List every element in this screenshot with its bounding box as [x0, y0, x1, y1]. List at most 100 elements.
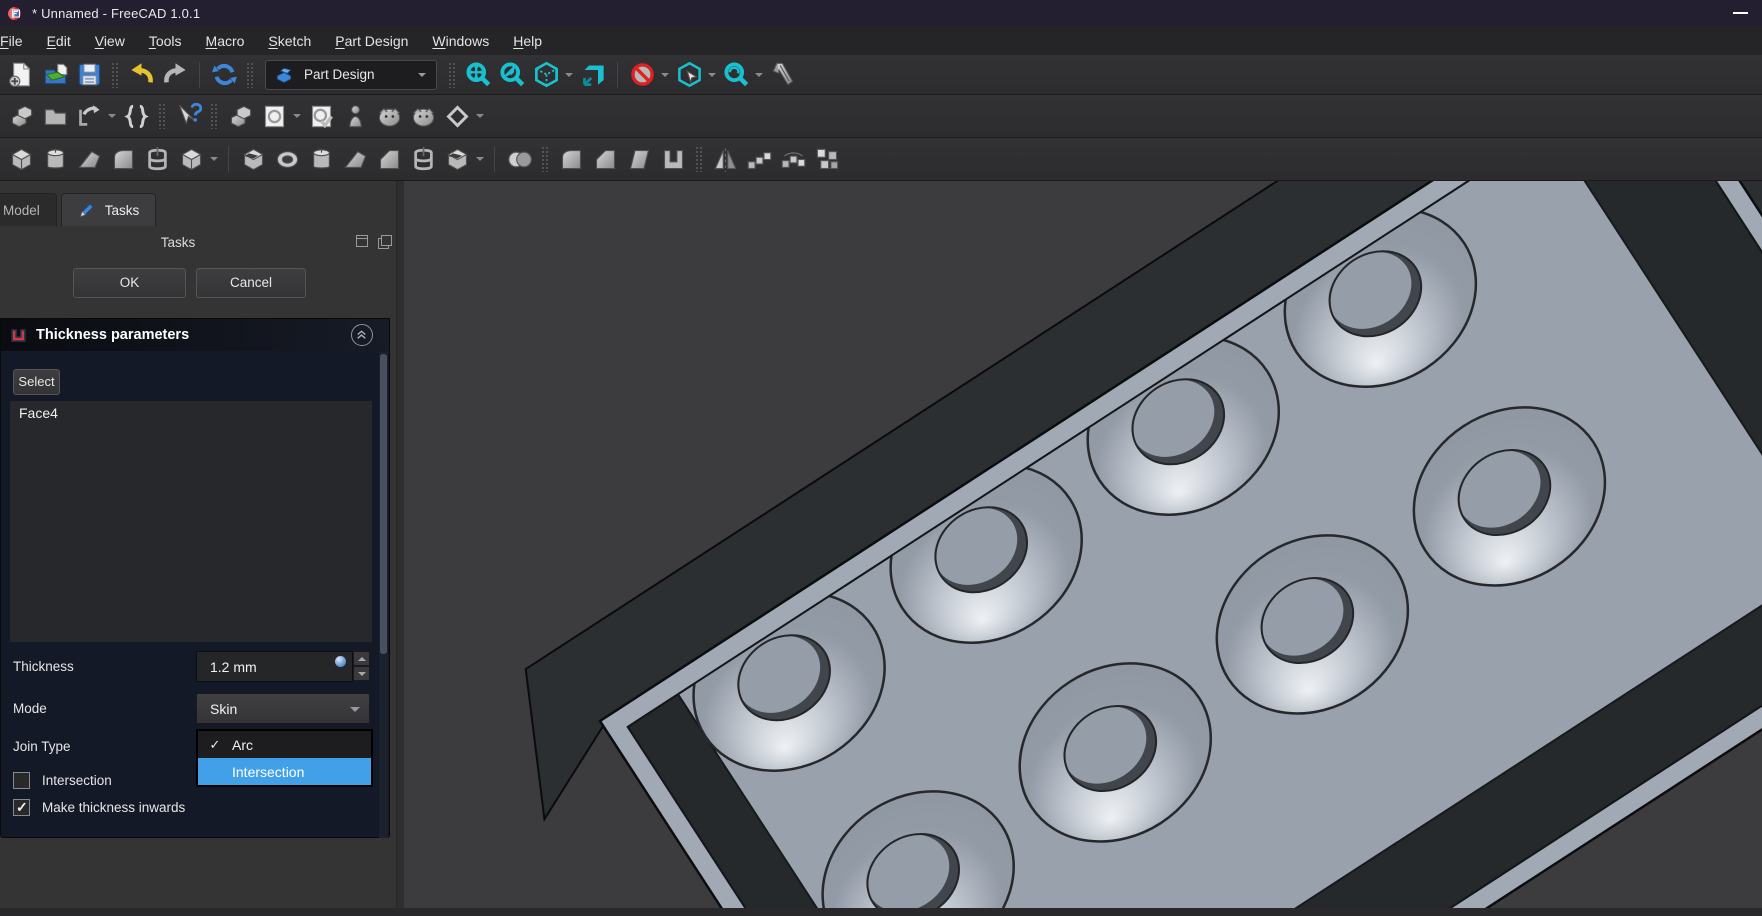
join-type-option-intersection[interactable]: Intersection — [198, 758, 371, 785]
panel-title-bar[interactable]: Tasks — [0, 229, 396, 255]
edit-sketch-icon[interactable] — [305, 100, 337, 132]
datum-dropdown-arrow[interactable] — [474, 100, 485, 132]
subtractive-primitive-dropdown-arrow[interactable] — [474, 143, 485, 175]
float-panel-icon[interactable] — [378, 235, 392, 249]
expression-icon[interactable] — [335, 656, 346, 667]
scrollbar-thumb[interactable] — [380, 354, 387, 654]
minimize-button[interactable] — [1733, 12, 1748, 14]
dock-panel-icon[interactable] — [356, 235, 368, 247]
thickness-input[interactable]: 1.2 mm — [196, 651, 353, 682]
additive-primitive-icon[interactable] — [175, 143, 207, 175]
draw-style-dropdown-arrow[interactable] — [659, 59, 670, 91]
axonometric-view-icon[interactable] — [530, 59, 562, 91]
toolbar-grip[interactable] — [541, 146, 549, 172]
create-varset-icon[interactable] — [120, 100, 152, 132]
measure-icon[interactable] — [767, 59, 799, 91]
3d-viewport[interactable] — [404, 0, 1762, 916]
redo-icon[interactable] — [159, 59, 191, 91]
toolbar-grip[interactable] — [158, 103, 166, 129]
groove-icon[interactable] — [305, 143, 337, 175]
intersection-checkbox-row[interactable]: Intersection — [13, 772, 112, 789]
subtractive-pipe-icon[interactable] — [373, 143, 405, 175]
axonometric-dropdown-arrow[interactable] — [563, 59, 574, 91]
face-list-item[interactable]: Face4 — [10, 401, 372, 425]
create-part-icon[interactable] — [5, 100, 37, 132]
mode-select[interactable]: Skin — [196, 693, 370, 724]
tab-model[interactable]: Model — [0, 193, 57, 226]
menu-view[interactable]: View — [85, 29, 135, 53]
subtractive-primitive-icon[interactable] — [441, 143, 473, 175]
link-dropdown-arrow[interactable] — [106, 100, 117, 132]
selection-dropdown-arrow[interactable] — [706, 59, 717, 91]
face-list[interactable]: Face4 — [10, 401, 372, 642]
spin-down-button[interactable] — [353, 666, 370, 681]
menu-sketch[interactable]: Sketch — [258, 29, 321, 53]
title-bar[interactable]: * Unnamed - FreeCAD 1.0.1 — [0, 0, 1762, 26]
create-clone-icon[interactable] — [339, 100, 371, 132]
spin-up-button[interactable] — [353, 651, 370, 666]
pocket-icon[interactable] — [237, 143, 269, 175]
create-group-icon[interactable] — [39, 100, 71, 132]
menu-windows[interactable]: Windows — [422, 29, 499, 53]
fit-selection-icon[interactable] — [496, 59, 528, 91]
menu-file[interactable]: File — [0, 29, 33, 53]
menu-tools[interactable]: Tools — [139, 29, 192, 53]
linear-pattern-icon[interactable] — [743, 143, 775, 175]
boolean-operation-icon[interactable] — [503, 143, 535, 175]
create-subshapebinder-icon[interactable] — [407, 100, 439, 132]
select-button[interactable]: Select — [13, 369, 60, 395]
chamfer-icon[interactable] — [589, 143, 621, 175]
panel-splitter[interactable] — [396, 181, 404, 908]
taskbox-scrollbar[interactable] — [379, 352, 388, 838]
workbench-selector[interactable]: Part Design — [265, 59, 437, 90]
fit-all-icon[interactable] — [462, 59, 494, 91]
additive-loft-icon[interactable] — [73, 143, 105, 175]
zoom-dropdown-arrow[interactable] — [753, 59, 764, 91]
menu-part-design[interactable]: Part Design — [325, 29, 418, 53]
cancel-button[interactable]: Cancel — [196, 268, 306, 298]
create-body-icon[interactable] — [224, 100, 256, 132]
toolbar-grip[interactable] — [246, 61, 254, 88]
toolbar-grip[interactable] — [210, 103, 218, 129]
menu-help[interactable]: Help — [503, 29, 552, 53]
create-sketch-icon[interactable] — [258, 100, 290, 132]
multitransform-icon[interactable] — [811, 143, 843, 175]
ok-button[interactable]: OK — [73, 268, 186, 298]
new-document-icon[interactable] — [5, 59, 37, 91]
pad-icon[interactable] — [5, 143, 37, 175]
zoom-tools-icon[interactable] — [720, 59, 752, 91]
sync-view-icon[interactable] — [577, 59, 609, 91]
make-link-icon[interactable] — [73, 100, 105, 132]
hole-icon[interactable] — [271, 143, 303, 175]
collapse-button[interactable] — [351, 324, 373, 346]
draft-icon[interactable] — [623, 143, 655, 175]
additive-pipe-icon[interactable] — [107, 143, 139, 175]
mirrored-icon[interactable] — [709, 143, 741, 175]
menu-macro[interactable]: Macro — [196, 29, 255, 53]
subtractive-loft-icon[interactable] — [339, 143, 371, 175]
whats-this-icon[interactable] — [172, 100, 204, 132]
menu-edit[interactable]: Edit — [37, 29, 81, 53]
refresh-icon[interactable] — [208, 59, 240, 91]
draw-style-icon[interactable] — [626, 59, 658, 91]
additive-primitive-dropdown-arrow[interactable] — [208, 143, 219, 175]
thickness-inwards-checkbox-row[interactable]: Make thickness inwards — [13, 799, 185, 816]
tab-tasks[interactable]: Tasks — [60, 193, 157, 226]
revolution-icon[interactable] — [39, 143, 71, 175]
save-document-icon[interactable] — [73, 59, 105, 91]
toolbar-grip[interactable] — [111, 61, 119, 88]
create-datum-icon[interactable] — [441, 100, 473, 132]
taskbox-header[interactable]: Thickness parameters — [1, 319, 389, 351]
toolbar-grip[interactable] — [695, 146, 703, 172]
toolbar-grip[interactable] — [448, 61, 456, 88]
additive-helix-icon[interactable] — [141, 143, 173, 175]
make-thickness-inwards-checkbox[interactable] — [13, 799, 30, 816]
join-type-option-arc[interactable]: ✓ Arc — [198, 731, 371, 758]
thickness-icon[interactable] — [657, 143, 689, 175]
open-document-icon[interactable] — [39, 59, 71, 91]
intersection-checkbox[interactable] — [13, 772, 30, 789]
sketch-dropdown-arrow[interactable] — [291, 100, 302, 132]
fillet-icon[interactable] — [555, 143, 587, 175]
box-element-selection-icon[interactable] — [673, 59, 705, 91]
subtractive-helix-icon[interactable] — [407, 143, 439, 175]
